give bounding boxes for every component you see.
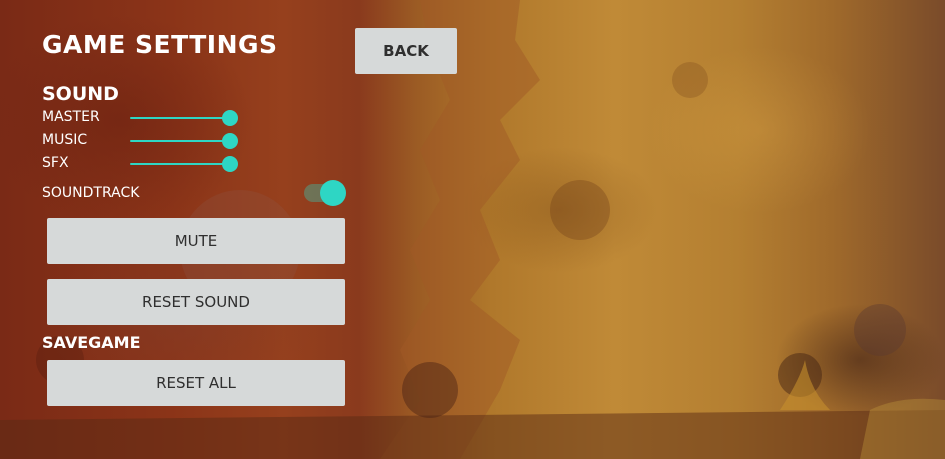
- reset-sound-button[interactable]: RESET SOUND: [47, 279, 345, 325]
- master-volume-slider[interactable]: [130, 110, 240, 126]
- soundtrack-label: SOUNDTRACK: [42, 185, 140, 201]
- music-slider-handle[interactable]: [222, 133, 238, 149]
- master-slider-handle[interactable]: [222, 110, 238, 126]
- reset-all-button[interactable]: RESET ALL: [47, 360, 345, 406]
- soundtrack-toggle[interactable]: [304, 179, 348, 207]
- sound-section-label: SOUND: [42, 83, 119, 105]
- master-slider-track: [130, 117, 230, 119]
- page-title: GAME SETTINGS: [42, 30, 278, 59]
- music-slider-track: [130, 140, 230, 142]
- mute-button[interactable]: MUTE: [47, 218, 345, 264]
- master-label: MASTER: [42, 109, 100, 125]
- soundtrack-toggle-knob[interactable]: [320, 180, 346, 206]
- music-volume-slider[interactable]: [130, 133, 240, 149]
- savegame-section-label: SAVEGAME: [42, 333, 141, 352]
- sfx-label: SFX: [42, 155, 69, 171]
- back-button[interactable]: BACK: [355, 28, 457, 74]
- sfx-slider-handle[interactable]: [222, 156, 238, 172]
- sfx-slider-track: [130, 163, 230, 165]
- music-label: MUSIC: [42, 132, 88, 148]
- sfx-volume-slider[interactable]: [130, 156, 240, 172]
